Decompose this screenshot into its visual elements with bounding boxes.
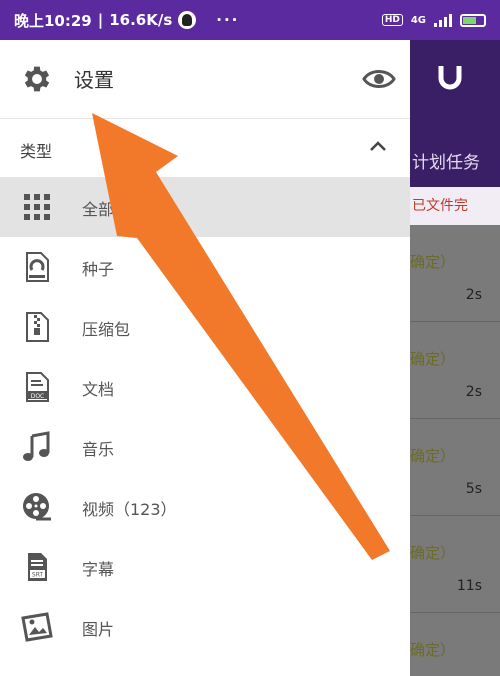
status-bar: 晚上10:29 | 16.6K/s ··· HD 4G	[0, 0, 500, 40]
type-item-label: 种子	[82, 260, 115, 279]
zip-file-icon	[26, 312, 49, 342]
chevron-up-icon[interactable]	[368, 139, 388, 153]
list-item-text: 确定）	[410, 447, 456, 465]
type-item-image[interactable]: 图片	[0, 597, 410, 657]
list-item[interactable]: 确定） 5s	[410, 419, 500, 515]
type-item-torrent[interactable]: 种子	[0, 237, 410, 297]
torrent-file-icon	[26, 252, 49, 282]
list-item-size: 2s	[465, 384, 482, 400]
type-item-music[interactable]: 音乐	[0, 417, 410, 477]
type-item-all[interactable]: 全部（251）	[0, 177, 410, 237]
signal-icon	[434, 13, 452, 27]
qq-icon	[178, 11, 197, 29]
list-item-size: 5s	[465, 481, 482, 497]
gear-icon[interactable]	[20, 62, 54, 96]
status-time: 晚上10:29	[14, 11, 92, 30]
list-item-text: 确定）	[410, 350, 456, 368]
notice-bar: 已文件完	[410, 187, 500, 225]
list-item[interactable]: 确定）	[410, 613, 500, 676]
list-item[interactable]: 确定） 2s	[410, 322, 500, 418]
list-item-text: 确定）	[410, 641, 456, 659]
svg-text:DOC: DOC	[31, 393, 45, 400]
hd-icon: HD	[381, 14, 403, 26]
network-type: 4G	[410, 14, 426, 26]
network-speed: 16.6K/s	[109, 11, 173, 29]
grid-icon	[24, 194, 50, 220]
more-notifications: ···	[216, 11, 240, 29]
eye-icon[interactable]	[362, 66, 396, 92]
list-item[interactable]: 确定） 11s	[410, 516, 500, 612]
subtitle-file-icon: SRT	[28, 553, 47, 581]
type-section-header[interactable]: 类型	[0, 119, 410, 177]
tab-scheduled-tasks[interactable]: 计划任务	[412, 148, 480, 173]
navigation-drawer: 设置 类型 全部（251） 种子 压缩包 DOC 文档 音乐 视频（123） S…	[0, 40, 410, 676]
type-item-video[interactable]: 视频（123）	[0, 477, 410, 537]
list-item-text: 确定）	[410, 253, 456, 271]
type-item-label: 视频（123）	[82, 500, 177, 519]
type-section-label: 类型	[20, 142, 53, 161]
type-item-label: 压缩包	[82, 320, 131, 339]
type-item-label: 全部（251）	[82, 200, 177, 219]
type-item-subtitle[interactable]: SRT 字幕	[0, 537, 410, 597]
type-item-label: 图片	[82, 620, 115, 639]
film-reel-icon	[23, 493, 51, 521]
type-item-document[interactable]: DOC 文档	[0, 357, 410, 417]
settings-label[interactable]: 设置	[74, 64, 114, 93]
list-item-size: 2s	[465, 287, 482, 303]
type-item-label: 文档	[82, 380, 115, 399]
image-icon	[21, 612, 53, 642]
svg-text:SRT: SRT	[32, 572, 44, 579]
music-note-icon	[23, 431, 50, 461]
settings-row[interactable]: 设置	[0, 40, 410, 118]
type-item-archive[interactable]: 压缩包	[0, 297, 410, 357]
battery-icon	[460, 13, 486, 27]
app-header: 计划任务	[410, 40, 500, 187]
app-logo-icon	[436, 62, 464, 92]
doc-file-icon: DOC	[26, 372, 49, 402]
list-item[interactable]: 确定） 2s	[410, 225, 500, 321]
background-app: 计划任务 已文件完 确定） 2s 确定） 2s 确定） 5s 确定） 11s 确…	[410, 40, 500, 676]
list-item-text: 确定）	[410, 544, 456, 562]
list-item-size: 11s	[456, 578, 482, 594]
type-item-label: 音乐	[82, 440, 115, 459]
type-item-label: 字幕	[82, 560, 115, 579]
